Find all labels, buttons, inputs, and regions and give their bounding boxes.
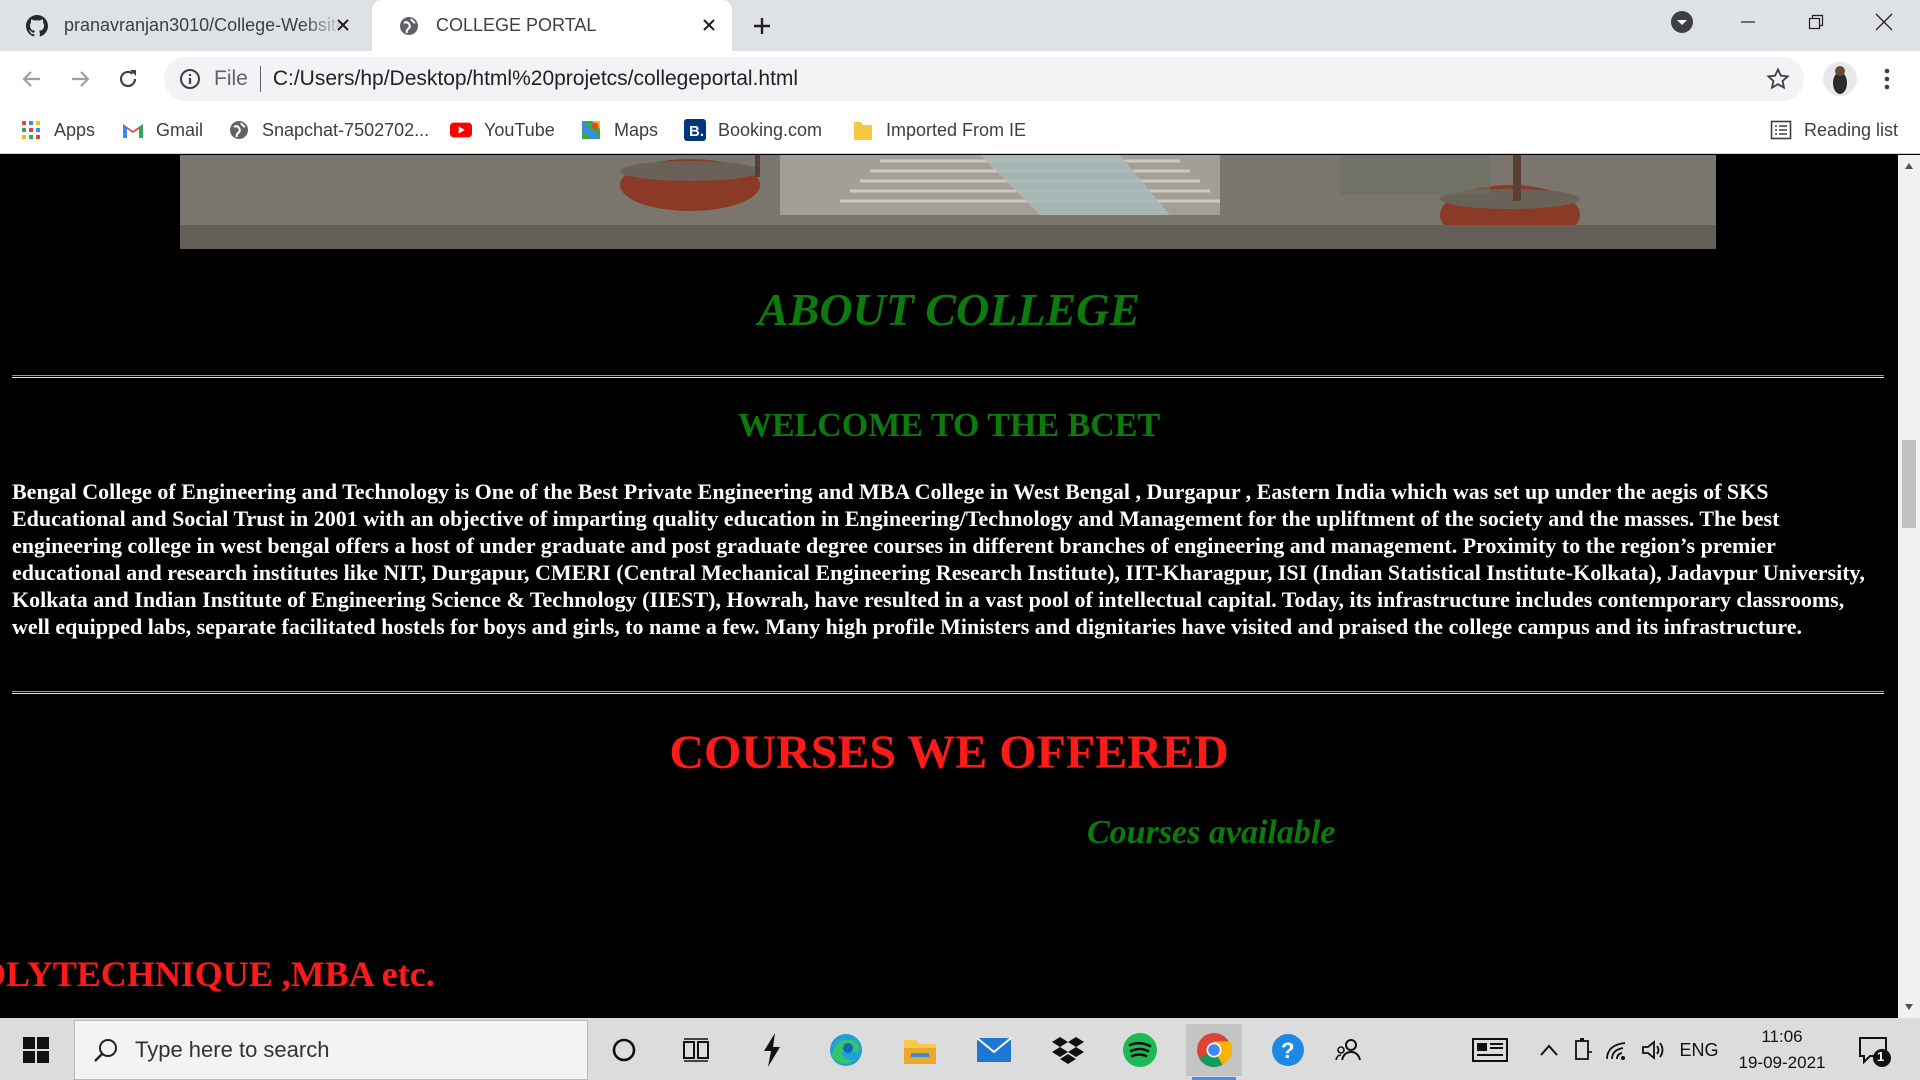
courses-heading: COURSES WE OFFERED xyxy=(669,726,1229,779)
bookmark-snapchat[interactable]: Snapchat-7502702... xyxy=(228,107,429,153)
url-text[interactable]: C:/Users/hp/Desktop/html%20projetcs/coll… xyxy=(273,67,798,91)
wifi-icon[interactable] xyxy=(1604,1036,1632,1064)
windows-start-icon[interactable] xyxy=(14,1030,58,1070)
reading-list-button[interactable]: Reading list xyxy=(1770,107,1898,153)
profile-avatar-icon[interactable] xyxy=(1822,61,1858,97)
search-icon xyxy=(91,1035,121,1065)
people-icon[interactable] xyxy=(1320,1024,1376,1076)
divider xyxy=(12,691,1884,694)
apps-grid-icon xyxy=(20,119,42,141)
scroll-down-arrow-icon[interactable] xyxy=(1898,996,1920,1018)
cortana-icon[interactable] xyxy=(596,1024,652,1076)
bookmark-label: Snapchat-7502702... xyxy=(262,119,430,140)
chrome-icon[interactable] xyxy=(1186,1024,1242,1080)
gmail-icon xyxy=(122,119,144,141)
bookmark-folder-ie[interactable]: Imported From IE xyxy=(852,107,1026,153)
dropbox-icon[interactable] xyxy=(1040,1024,1096,1076)
search-placeholder: Type here to search xyxy=(135,1037,330,1062)
bookmark-star-icon[interactable] xyxy=(1766,67,1790,91)
info-icon[interactable] xyxy=(178,67,202,91)
divider xyxy=(259,66,261,92)
bookmark-label: YouTube xyxy=(484,119,555,140)
clock-date: 19-09-2021 xyxy=(1738,1053,1826,1072)
volume-icon[interactable] xyxy=(1640,1036,1668,1064)
spotify-icon[interactable] xyxy=(1112,1024,1168,1076)
browser-toolbar: File C:/Users/hp/Desktop/html%20projetcs… xyxy=(0,51,1920,107)
tab-title: pranavranjan3010/College-Website xyxy=(64,15,344,35)
task-view-icon[interactable] xyxy=(668,1024,724,1076)
close-window-icon[interactable] xyxy=(1856,0,1912,44)
file-explorer-icon[interactable] xyxy=(892,1024,948,1076)
chevron-up-icon[interactable] xyxy=(1536,1036,1562,1064)
taskbar-search-box[interactable]: Type here to search xyxy=(74,1020,588,1080)
welcome-heading: WELCOME TO THE BCET xyxy=(737,407,1161,444)
new-tab-button[interactable] xyxy=(748,12,776,40)
page-scrollbar[interactable] xyxy=(1898,155,1920,1018)
maps-icon xyxy=(580,119,602,141)
bookmark-label: Maps xyxy=(614,119,659,140)
reading-list-icon xyxy=(1770,119,1792,141)
clock-time: 11:06 xyxy=(1761,1027,1803,1046)
kebab-menu-icon[interactable] xyxy=(1872,63,1902,95)
close-tab-icon[interactable] xyxy=(332,14,354,36)
language-indicator[interactable]: ENG xyxy=(1678,1036,1720,1064)
bookmark-label: Booking.com xyxy=(718,119,823,140)
folder-icon xyxy=(852,119,874,141)
bookmark-youtube[interactable]: YouTube xyxy=(450,107,555,153)
notification-center-icon[interactable]: 1 xyxy=(1856,1032,1892,1068)
notification-count: 1 xyxy=(1877,1049,1885,1064)
booking-icon: B. xyxy=(684,119,706,141)
restore-icon[interactable] xyxy=(1788,0,1844,44)
page-content: ABOUT COLLEGE WELCOME TO THE BCET Bengal… xyxy=(0,155,1898,1018)
youtube-icon xyxy=(450,119,472,141)
github-icon xyxy=(26,14,48,37)
close-tab-icon[interactable] xyxy=(698,14,720,36)
app-lightning-icon[interactable] xyxy=(744,1024,800,1076)
edge-browser-icon[interactable] xyxy=(818,1024,874,1076)
tab-title: COLLEGE PORTAL xyxy=(436,15,597,35)
bookmark-label: Gmail xyxy=(156,119,204,140)
system-clock[interactable]: 11:06 19-09-2021 xyxy=(1720,1024,1844,1076)
svg-text:B.: B. xyxy=(689,123,704,140)
campus-banner-image xyxy=(180,155,1716,249)
help-icon[interactable]: ? xyxy=(1260,1024,1316,1076)
forward-button[interactable] xyxy=(64,63,96,95)
scroll-up-arrow-icon[interactable] xyxy=(1898,155,1920,177)
bookmark-booking[interactable]: B. Booking.com xyxy=(684,107,822,153)
bookmark-gmail[interactable]: Gmail xyxy=(122,107,203,153)
mail-icon[interactable] xyxy=(966,1024,1022,1076)
courses-available-text: Courses available xyxy=(1087,814,1336,851)
bookmark-label: Apps xyxy=(54,119,96,140)
globe-icon xyxy=(228,119,250,141)
reading-list-label: Reading list xyxy=(1804,119,1899,140)
news-icon[interactable] xyxy=(1470,1036,1510,1064)
reload-button[interactable] xyxy=(112,63,144,95)
about-college-heading: ABOUT COLLEGE xyxy=(757,284,1141,335)
bookmarks-bar: Apps Gmail Snapchat-7502702... YouTube M… xyxy=(0,107,1920,154)
svg-text:?: ? xyxy=(1281,1038,1294,1063)
tab-github[interactable]: pranavranjan3010/College-Website xyxy=(0,0,366,51)
battery-icon[interactable] xyxy=(1570,1036,1596,1064)
minimize-icon[interactable] xyxy=(1720,0,1776,44)
back-button[interactable] xyxy=(16,63,48,95)
bookmark-maps[interactable]: Maps xyxy=(580,107,658,153)
scheme-label: File xyxy=(214,67,248,90)
tab-strip: pranavranjan3010/College-Website COLLEGE… xyxy=(0,0,1920,51)
tab-college-portal[interactable]: COLLEGE PORTAL xyxy=(372,0,732,51)
divider xyxy=(12,375,1884,378)
about-paragraph: Bengal College of Engineering and Techno… xyxy=(12,479,1865,639)
scroll-thumb[interactable] xyxy=(1902,440,1916,528)
globe-icon xyxy=(398,15,420,37)
bookmark-label: Imported From IE xyxy=(886,119,1027,140)
courses-marquee: OLYTECHNIQUE ,MBA etc. xyxy=(0,954,435,994)
bookmark-apps[interactable]: Apps xyxy=(20,107,95,153)
windows-taskbar: Type here to search ? ENG 11:06 19-09-20… xyxy=(0,1018,1920,1080)
address-bar[interactable]: File C:/Users/hp/Desktop/html%20projetcs… xyxy=(164,57,1804,101)
tab-search-icon[interactable] xyxy=(1654,0,1710,44)
